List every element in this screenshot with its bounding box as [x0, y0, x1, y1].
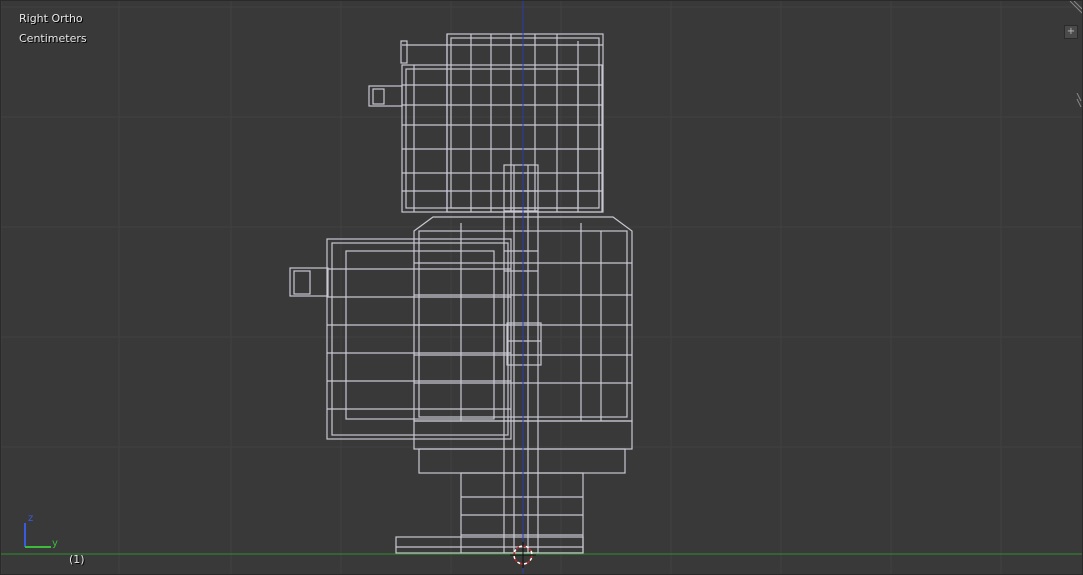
properties-toggle-button[interactable]: + — [1064, 25, 1078, 39]
current-frame-label: (1) — [69, 553, 85, 566]
3d-viewport[interactable]: z y Right Ortho Centimeters (1) + — [0, 0, 1083, 575]
units-label: Centimeters — [19, 32, 87, 45]
viewport-grid — [1, 1, 1082, 574]
view-name-label: Right Ortho — [19, 12, 83, 25]
legs-wireframe — [395, 472, 584, 554]
arm-wireframe — [289, 238, 512, 440]
viewport-canvas[interactable]: z y — [1, 1, 1083, 575]
head-wireframe — [368, 33, 604, 213]
area-split-corner-top[interactable] — [1068, 1, 1082, 15]
gizmo-y-label: y — [52, 538, 58, 549]
gizmo-z-label: z — [28, 513, 33, 524]
axis-gizmo: z y — [24, 513, 58, 549]
region-resize-handle[interactable] — [1076, 93, 1082, 111]
